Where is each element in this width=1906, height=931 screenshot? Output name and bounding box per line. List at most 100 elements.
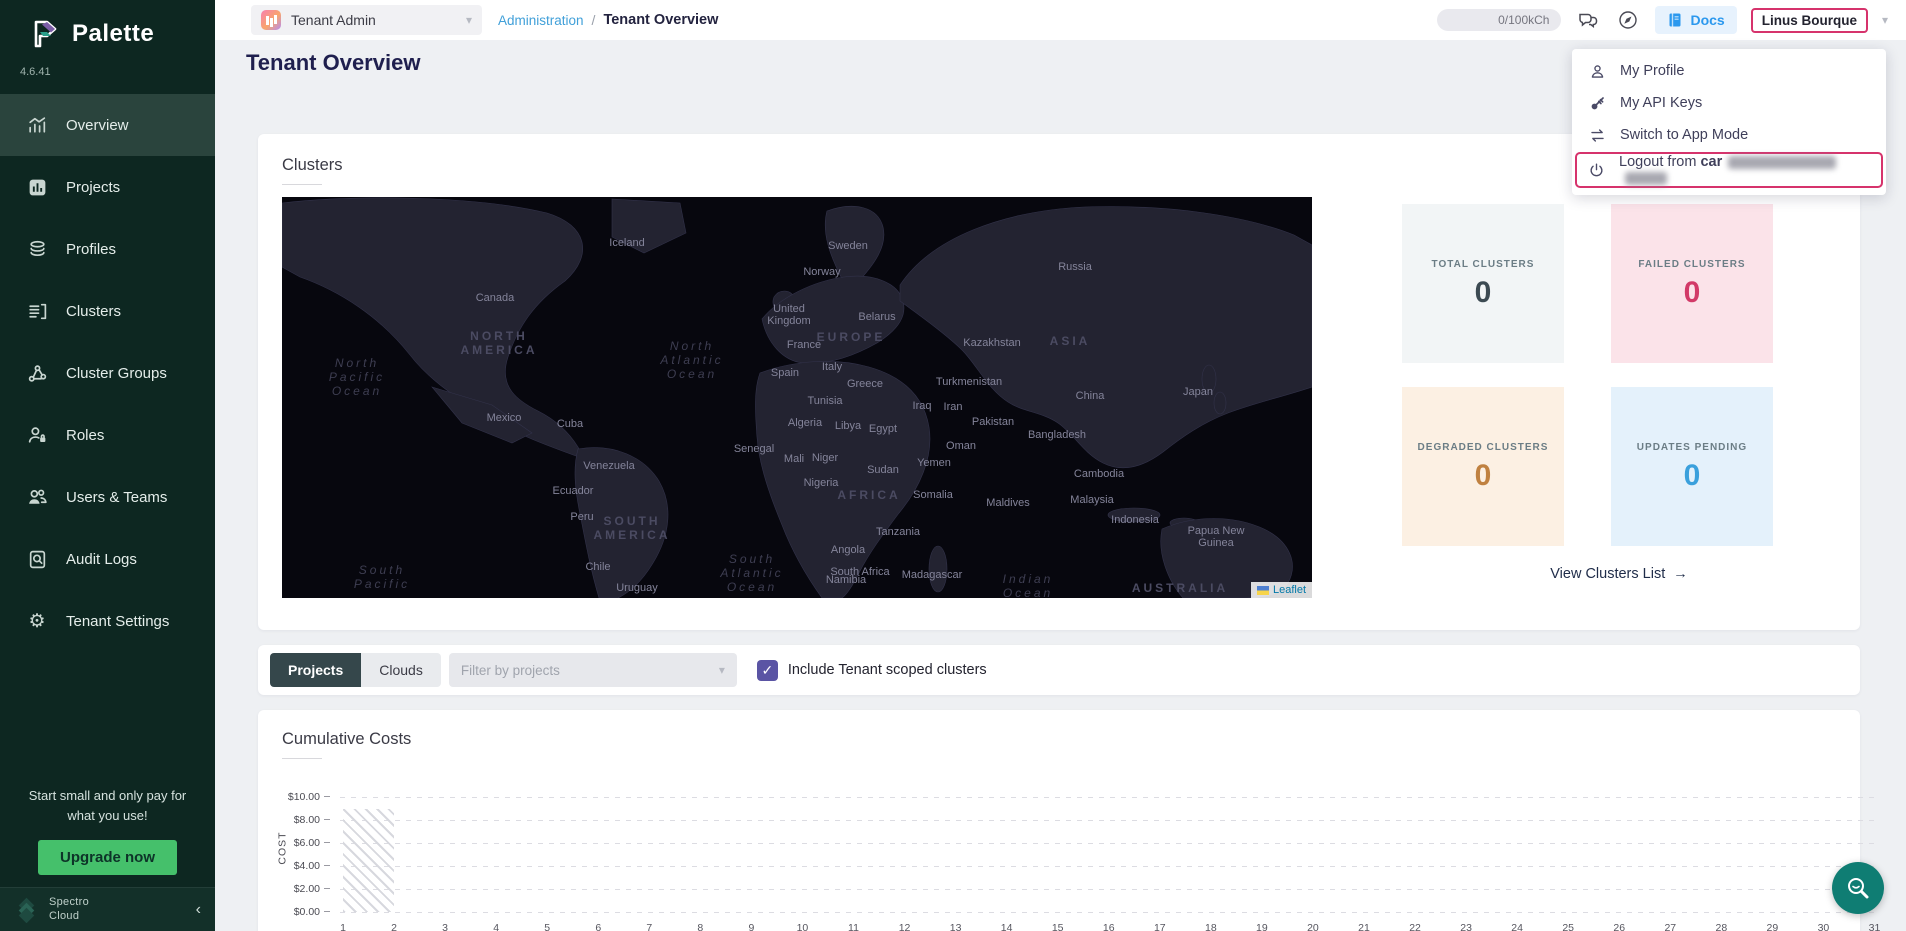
world-map-landmass <box>282 197 1312 598</box>
feedback-chat-icon[interactable] <box>1575 7 1601 33</box>
sidebar-item-label: Tenant Settings <box>66 613 169 630</box>
tab-clouds[interactable]: Clouds <box>361 653 441 687</box>
stat-card-failed-clusters: FAILED CLUSTERS 0 <box>1611 204 1773 363</box>
select-chevron-down-icon: ▾ <box>719 663 725 677</box>
magnifier-smile-icon <box>1844 874 1872 902</box>
checkbox-label: Include Tenant scoped clusters <box>788 662 987 678</box>
costs-card-title: Cumulative Costs <box>282 730 1860 749</box>
upgrade-now-button[interactable]: Upgrade now <box>38 840 177 875</box>
explore-compass-icon[interactable] <box>1615 7 1641 33</box>
x-tick-label: 21 <box>1358 922 1370 931</box>
app-version: 4.6.41 <box>0 52 215 78</box>
user-chevron-down-icon[interactable]: ▾ <box>1882 13 1888 27</box>
x-tick-label: 26 <box>1613 922 1625 931</box>
sidebar: Palette 4.6.41 OverviewProjectsProfiles C… <box>0 0 215 931</box>
stat-card-updates-pending: UPDATES PENDING 0 <box>1611 387 1773 546</box>
chevron-down-icon: ▾ <box>466 13 472 27</box>
users-teams-icon <box>26 486 48 508</box>
sidebar-item-users-teams[interactable]: Users & Teams <box>0 466 215 528</box>
x-tick-label: 16 <box>1103 922 1115 931</box>
tab-projects[interactable]: Projects <box>270 653 361 687</box>
sidebar-item-label: Clusters <box>66 303 121 320</box>
arrow-right-icon: → <box>1673 566 1688 582</box>
spectro-cloud-logo-icon <box>14 897 40 923</box>
sidebar-item-roles[interactable]: Roles <box>0 404 215 466</box>
leaflet-attribution[interactable]: Leaflet <box>1251 582 1312 598</box>
x-tick-label: 9 <box>748 922 754 931</box>
menu-item-label: Logout from car <box>1619 154 1870 186</box>
x-tick-label: 24 <box>1511 922 1523 931</box>
filter-by-projects-select[interactable]: Filter by projects ▾ <box>449 653 737 687</box>
brand-name: Spectro Cloud <box>49 896 89 922</box>
menu-item-my-profile[interactable]: My Profile <box>1572 55 1886 87</box>
sidebar-footer: Spectro Cloud ‹ <box>0 887 215 931</box>
support-search-fab[interactable] <box>1832 862 1884 914</box>
stat-value: 0 <box>1475 459 1492 493</box>
x-tick-label: 11 <box>848 922 859 931</box>
roles-icon <box>26 424 48 446</box>
x-tick-label: 28 <box>1716 922 1728 931</box>
stat-label: FAILED CLUSTERS <box>1624 257 1759 272</box>
sidebar-item-audit-logs[interactable]: Audit Logs <box>0 528 215 590</box>
x-tick-label: 31 <box>1869 922 1881 931</box>
x-tick-label: 14 <box>1001 922 1013 931</box>
upgrade-promo: Start small and only pay for what you us… <box>0 786 215 875</box>
cumulative-costs-card: Cumulative Costs COST $10.00$8.00$6.00$4… <box>258 710 1860 931</box>
stat-value: 0 <box>1475 276 1492 310</box>
sidebar-item-projects[interactable]: Projects <box>0 156 215 218</box>
sidebar-item-clusters[interactable]: Clusters <box>0 280 215 342</box>
x-tick-label: 27 <box>1664 922 1676 931</box>
gridline <box>340 912 1878 913</box>
overview-icon <box>26 114 48 136</box>
clusters-world-map[interactable]: IcelandCanadaSwedenNorwayUnited KingdomR… <box>282 197 1312 598</box>
title-divider <box>282 184 322 185</box>
y-tick-label: $0.00 <box>268 906 330 918</box>
menu-item-switch-to-app-mode[interactable]: Switch to App Mode <box>1572 119 1886 151</box>
view-clusters-list-link[interactable]: View Clusters List→ <box>1402 566 1836 582</box>
usage-meter[interactable]: 0/100kCh <box>1437 9 1561 31</box>
stat-value: 0 <box>1684 276 1701 310</box>
y-tick-label: $8.00 <box>268 814 330 826</box>
menu-item-my-api-keys[interactable]: My API Keys <box>1572 87 1886 119</box>
menu-item-label: Switch to App Mode <box>1620 127 1748 143</box>
stat-label: DEGRADED CLUSTERS <box>1404 440 1563 455</box>
clusters-card: Clusters I <box>258 134 1860 630</box>
power-icon <box>1588 161 1605 179</box>
x-tick-label: 22 <box>1409 922 1421 931</box>
x-tick-label: 18 <box>1205 922 1217 931</box>
x-tick-label: 5 <box>544 922 550 931</box>
scope-tabs: ProjectsClouds <box>270 653 441 687</box>
stat-card-degraded-clusters: DEGRADED CLUSTERS 0 <box>1402 387 1564 546</box>
x-tick-label: 7 <box>646 922 652 931</box>
stat-label: TOTAL CLUSTERS <box>1418 257 1549 272</box>
sidebar-item-label: Audit Logs <box>66 551 137 568</box>
x-tick-label: 10 <box>797 922 809 931</box>
x-tick-label: 30 <box>1818 922 1830 931</box>
sidebar-item-tenant-settings[interactable]: ⚙ Tenant Settings <box>0 590 215 652</box>
stat-value: 0 <box>1684 459 1701 493</box>
app-logo[interactable]: Palette <box>0 0 215 52</box>
sidebar-item-label: Users & Teams <box>66 489 167 506</box>
menu-item-logout-fromcar[interactable]: Logout from car <box>1576 153 1882 187</box>
user-dropdown-menu: My ProfileMy API Keys Switch to App Mode L… <box>1572 49 1886 195</box>
sidebar-item-profiles[interactable]: Profiles <box>0 218 215 280</box>
sidebar-item-overview[interactable]: Overview <box>0 94 215 156</box>
include-tenant-scoped-checkbox[interactable]: ✓ <box>757 660 778 681</box>
user-menu-button[interactable]: Linus Bourque <box>1751 8 1868 33</box>
stat-label: UPDATES PENDING <box>1623 440 1761 455</box>
tenant-settings-icon: ⚙ <box>26 610 48 632</box>
x-tick-label: 23 <box>1460 922 1472 931</box>
x-tick-label: 15 <box>1052 922 1064 931</box>
stat-card-total-clusters: TOTAL CLUSTERS 0 <box>1402 204 1564 363</box>
breadcrumb-administration-link[interactable]: Administration <box>498 13 584 28</box>
scope-selector[interactable]: Tenant Admin ▾ <box>251 5 482 35</box>
sidebar-item-cluster-groups[interactable]: Cluster Groups <box>0 342 215 404</box>
sidebar-collapse-button[interactable]: ‹ <box>196 901 201 919</box>
switch-mode-icon <box>1588 126 1606 144</box>
projects-icon <box>26 176 48 198</box>
x-tick-label: 20 <box>1307 922 1319 931</box>
palette-logo-icon <box>26 16 62 52</box>
x-tick-label: 19 <box>1256 922 1268 931</box>
docs-button[interactable]: Docs <box>1655 6 1736 34</box>
x-tick-label: 3 <box>442 922 448 931</box>
